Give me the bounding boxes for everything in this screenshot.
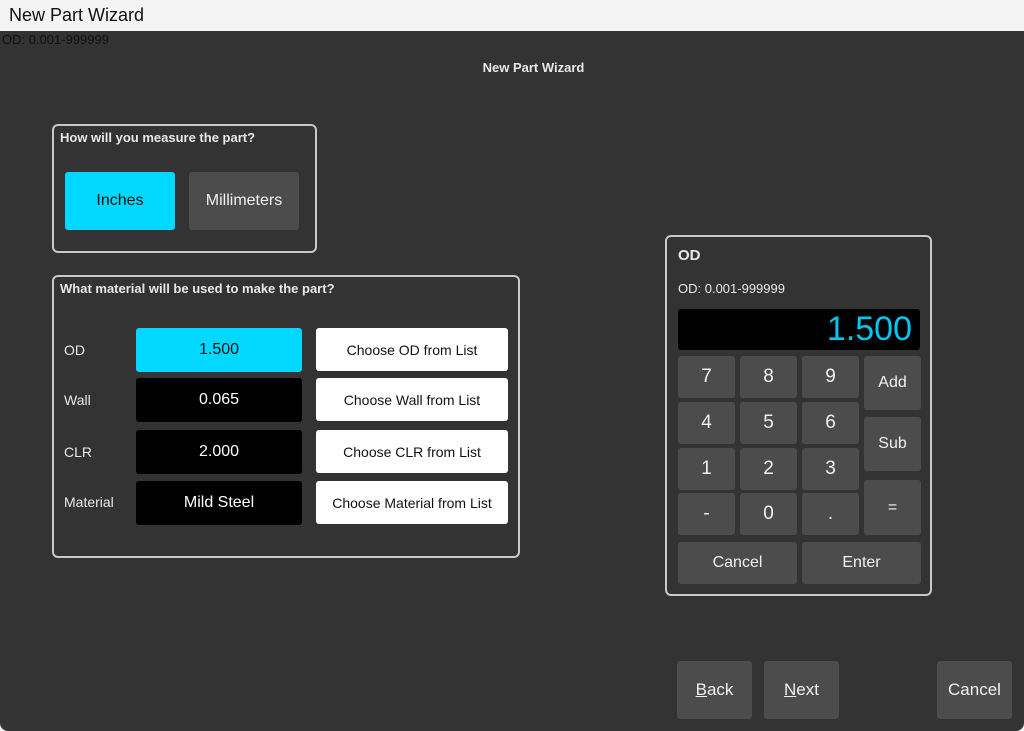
wizard-client-area: OD: 0.001-999999 New Part Wizard How wil… (0, 31, 1024, 731)
key-0[interactable]: 0 (740, 493, 797, 535)
back-label-rest: ack (706, 680, 734, 699)
material-group: What material will be used to make the p… (52, 275, 520, 558)
key-7[interactable]: 7 (678, 356, 735, 398)
od-value[interactable]: 1.500 (136, 328, 302, 372)
measure-group-label: How will you measure the part? (60, 130, 256, 145)
measure-group: How will you measure the part? Inches Mi… (52, 124, 317, 253)
od-label: OD (64, 342, 85, 358)
next-label-rest: ext (796, 680, 819, 699)
key-1[interactable]: 1 (678, 448, 735, 490)
key-minus[interactable]: - (678, 493, 735, 535)
key-decimal[interactable]: . (802, 493, 859, 535)
title-bar: New Part Wizard (0, 0, 1024, 31)
choose-wall-button[interactable]: Choose Wall from List (316, 378, 508, 421)
millimeters-button[interactable]: Millimeters (189, 172, 299, 230)
clr-label: CLR (64, 444, 93, 460)
cancel-button[interactable]: Cancel (937, 661, 1012, 719)
window-title: New Part Wizard (9, 5, 145, 25)
key-equals[interactable]: = (864, 480, 921, 535)
keypad-cancel-button[interactable]: Cancel (678, 542, 797, 584)
keypad-display: 1.500 (678, 309, 920, 350)
material-value[interactable]: Mild Steel (136, 481, 302, 525)
key-8[interactable]: 8 (740, 356, 797, 398)
keypad-title: OD (678, 247, 701, 264)
clr-value[interactable]: 2.000 (136, 430, 302, 474)
status-text: OD: 0.001-999999 (2, 32, 109, 47)
next-button[interactable]: Next (764, 661, 839, 719)
keypad-enter-button[interactable]: Enter (802, 542, 921, 584)
key-6[interactable]: 6 (802, 402, 859, 444)
key-2[interactable]: 2 (740, 448, 797, 490)
choose-od-button[interactable]: Choose OD from List (316, 328, 508, 371)
wall-label: Wall (64, 392, 91, 408)
wall-value[interactable]: 0.065 (136, 378, 302, 422)
inches-button[interactable]: Inches (65, 172, 175, 230)
material-group-label: What material will be used to make the p… (60, 281, 335, 296)
keypad-panel: OD OD: 0.001-999999 1.500 7 8 9 4 5 6 1 … (665, 235, 932, 596)
page-title: New Part Wizard (482, 60, 585, 75)
keypad-range: OD: 0.001-999999 (678, 281, 785, 296)
key-add[interactable]: Add (864, 356, 921, 410)
back-mnemonic: B (695, 680, 707, 699)
choose-clr-button[interactable]: Choose CLR from List (316, 430, 508, 473)
back-button[interactable]: Back (677, 661, 752, 719)
key-4[interactable]: 4 (678, 402, 735, 444)
next-mnemonic: N (784, 680, 797, 699)
key-3[interactable]: 3 (802, 448, 859, 490)
material-label: Material (64, 494, 114, 510)
key-9[interactable]: 9 (802, 356, 859, 398)
key-5[interactable]: 5 (740, 402, 797, 444)
key-sub[interactable]: Sub (864, 417, 921, 471)
choose-material-button[interactable]: Choose Material from List (316, 481, 508, 524)
